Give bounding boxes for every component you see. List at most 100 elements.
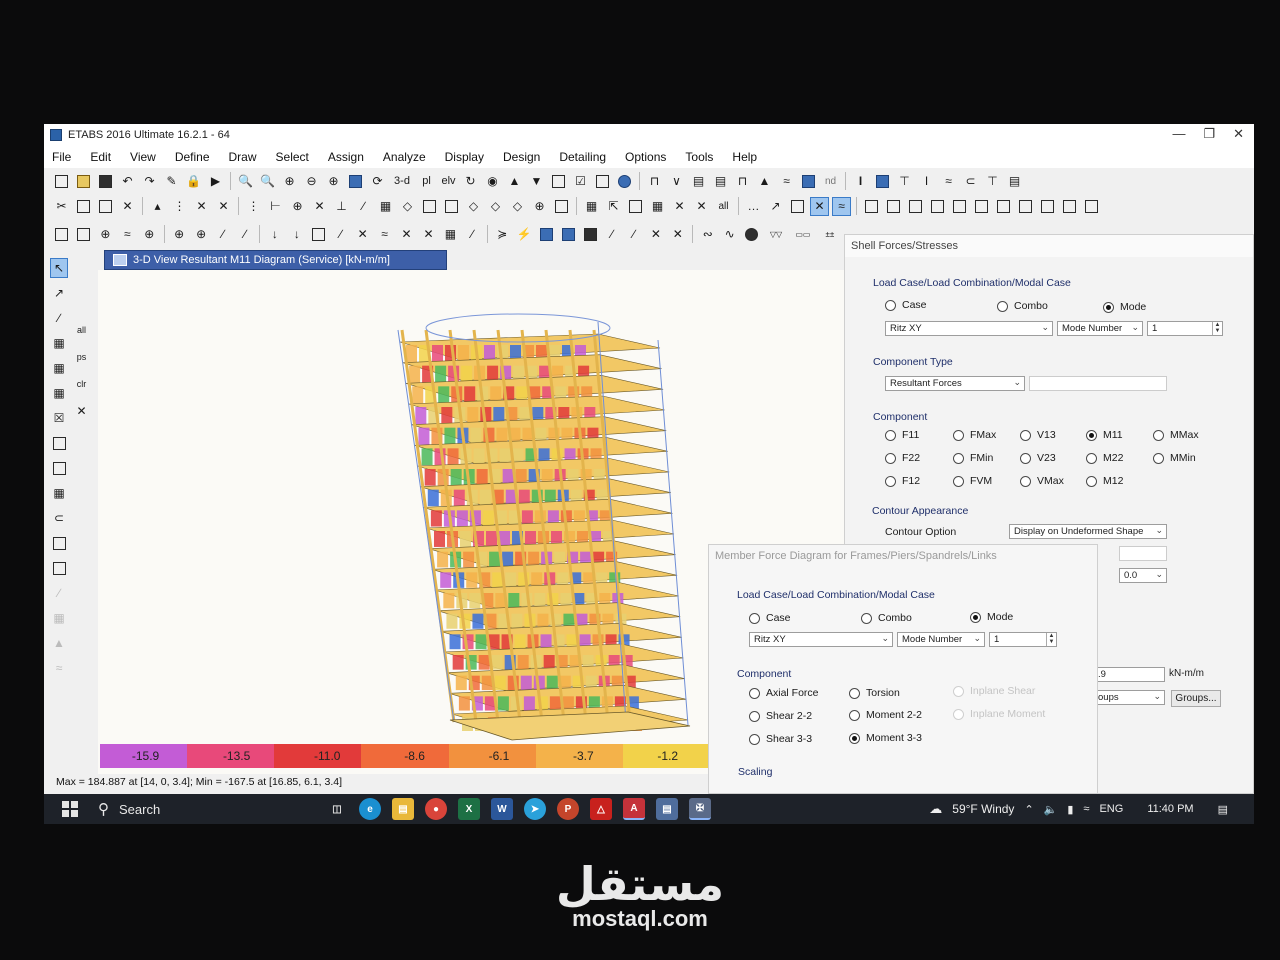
show-deformed-icon[interactable]: ≽ xyxy=(493,225,512,244)
chevron-up-icon[interactable]: ⌃ xyxy=(1024,803,1033,816)
show-color-icon[interactable] xyxy=(742,225,761,244)
display-options-icon[interactable] xyxy=(593,172,612,191)
design-concrete-icon[interactable] xyxy=(884,197,903,216)
component-m22-radio[interactable]: M22 xyxy=(1086,452,1123,464)
dimension-icon[interactable]: … xyxy=(744,197,763,216)
show-mode-shape-icon[interactable]: ∕ xyxy=(603,225,622,244)
wall-stack-icon[interactable]: ▤ xyxy=(711,172,730,191)
plan-view-button[interactable]: pl xyxy=(417,172,436,191)
wifi-icon[interactable]: ≈ xyxy=(1083,803,1089,815)
elevation-view-button[interactable]: elv xyxy=(439,172,458,191)
design-results-icon[interactable] xyxy=(1082,197,1101,216)
wall-icon[interactable]: ▤ xyxy=(689,172,708,191)
shell-mode-number-select[interactable]: Mode Number ⌄ xyxy=(1057,321,1143,336)
moment-22-radio[interactable]: Moment 2-2 xyxy=(849,709,922,721)
open-icon[interactable] xyxy=(74,172,93,191)
member-case-radio[interactable]: Case xyxy=(749,612,791,624)
weather-text[interactable]: 59°F Windy xyxy=(952,802,1014,816)
assign-point-load-icon[interactable]: ↓ xyxy=(265,225,284,244)
telegram-icon[interactable]: ➤ xyxy=(524,798,546,820)
windows-start-icon[interactable] xyxy=(62,801,78,817)
delete-icon[interactable]: ✕ xyxy=(118,197,137,216)
merge-icon[interactable]: ✕ xyxy=(214,197,233,216)
spring-icon[interactable]: ≈ xyxy=(939,172,958,191)
member-mode-number-select[interactable]: Mode Number ⌄ xyxy=(897,632,985,647)
channel-icon[interactable]: ⊂ xyxy=(961,172,980,191)
groups-select[interactable]: oups ⌄ xyxy=(1093,690,1165,705)
select-clear-icon[interactable]: ✕ xyxy=(670,197,689,216)
contour-range-input[interactable]: .9 xyxy=(1093,667,1165,682)
menu-view[interactable]: View xyxy=(130,150,156,164)
design-slab-icon[interactable] xyxy=(972,197,991,216)
powerpoint-icon[interactable]: P xyxy=(557,798,579,820)
select-pointer-icon[interactable]: ⇱ xyxy=(604,197,623,216)
sphere-icon[interactable] xyxy=(615,172,634,191)
draw-point-left-icon[interactable] xyxy=(50,558,68,578)
excel-icon[interactable]: X xyxy=(458,798,480,820)
component-vmax-radio[interactable]: VMax xyxy=(1020,475,1064,487)
menu-design[interactable]: Design xyxy=(503,150,540,164)
draw-null-icon[interactable]: ◇ xyxy=(508,197,527,216)
shell-case-radio[interactable]: Case xyxy=(885,299,927,311)
show-shell-forces-icon[interactable]: ≈ xyxy=(832,196,851,216)
etabs-taskbar-icon[interactable]: ▤ xyxy=(656,798,678,820)
snap-grid-icon[interactable]: ▦ xyxy=(376,197,395,216)
assign-frame-icon[interactable] xyxy=(74,225,93,244)
show-dead-live-icon[interactable]: ▽▽ xyxy=(764,225,788,244)
assign-diaphragm-icon[interactable]: ⊕ xyxy=(140,225,159,244)
shell-combo-radio[interactable]: Combo xyxy=(997,300,1048,312)
draw-grid-left-icon[interactable]: ▦ xyxy=(50,608,68,628)
component-f22-radio[interactable]: F22 xyxy=(885,452,920,464)
file-explorer-icon[interactable]: ▤ xyxy=(392,798,414,820)
assign-area-load-icon[interactable] xyxy=(309,225,328,244)
show-loads-icon[interactable]: ⚡ xyxy=(515,225,534,244)
inplane-shear-radio[interactable]: Inplane Shear xyxy=(953,685,1035,697)
beam-icon[interactable]: ⊓ xyxy=(733,172,752,191)
shear-22-radio[interactable]: Shear 2-2 xyxy=(749,710,812,722)
show-forces-2-icon[interactable]: ✕ xyxy=(668,225,687,244)
assign-restraint-icon[interactable]: ⊕ xyxy=(96,225,115,244)
menu-help[interactable]: Help xyxy=(732,150,757,164)
design-wall-icon[interactable] xyxy=(950,197,969,216)
support-icon[interactable]: ▲ xyxy=(755,172,774,191)
copy-icon[interactable] xyxy=(74,197,93,216)
design-steel-icon[interactable] xyxy=(862,197,881,216)
draw-wall-icon[interactable]: ◇ xyxy=(464,197,483,216)
lock-icon[interactable]: 🔒 xyxy=(184,172,203,191)
snap-intersect-icon[interactable]: ✕ xyxy=(310,197,329,216)
draw-rect-icon[interactable] xyxy=(50,458,68,478)
chrome-icon[interactable]: ● xyxy=(425,798,447,820)
draw-opening-icon[interactable] xyxy=(442,197,461,216)
rotate-icon[interactable]: ⟳ xyxy=(368,172,387,191)
slab-icon[interactable] xyxy=(873,172,892,191)
assign-local-axes-icon[interactable]: ∕ xyxy=(236,225,255,244)
design-report-icon[interactable] xyxy=(1016,197,1035,216)
torsion-radio[interactable]: Torsion xyxy=(849,687,900,699)
select-all-left-icon[interactable]: all xyxy=(72,320,91,339)
assign-offset-icon[interactable]: ⊕ xyxy=(192,225,211,244)
component-mmax-radio[interactable]: MMax xyxy=(1153,429,1199,441)
arrow-icon[interactable]: ↗ xyxy=(766,197,785,216)
spinner-icon[interactable]: ▲ ▼ xyxy=(1212,322,1222,335)
menu-draw[interactable]: Draw xyxy=(229,150,257,164)
assign-temp-load-icon[interactable]: ✕ xyxy=(353,225,372,244)
contour-offset-select[interactable]: 0.0 ⌄ xyxy=(1119,568,1167,583)
close-icon[interactable]: ✕ xyxy=(1233,126,1244,142)
component-f12-radio[interactable]: F12 xyxy=(885,475,920,487)
contour-extra-field[interactable] xyxy=(1119,546,1167,561)
show-combo-icon[interactable]: ±± xyxy=(818,225,842,244)
assign-uniform-load-icon[interactable]: ∕ xyxy=(331,225,350,244)
draw-opening-left-icon[interactable]: ⊂ xyxy=(50,508,68,528)
assign-line-load-icon[interactable]: ↓ xyxy=(287,225,306,244)
nd-button[interactable]: nd xyxy=(821,172,840,191)
battery-icon[interactable]: ▮ xyxy=(1067,803,1073,816)
select-invert-left-icon[interactable]: ✕ xyxy=(72,401,91,420)
design-composite-icon[interactable] xyxy=(906,197,925,216)
brace-icon[interactable]: ∨ xyxy=(667,172,686,191)
draw-secondary-icon[interactable]: ☒ xyxy=(50,408,68,428)
assign-mesh-icon[interactable]: ▦ xyxy=(441,225,460,244)
contour-option-select[interactable]: Display on Undeformed Shape ⌄ xyxy=(1009,524,1167,539)
frame-icon[interactable]: ⊓ xyxy=(645,172,664,191)
select-clr-left-icon[interactable]: clr xyxy=(72,374,91,393)
assign-pier-icon[interactable]: ✕ xyxy=(397,225,416,244)
